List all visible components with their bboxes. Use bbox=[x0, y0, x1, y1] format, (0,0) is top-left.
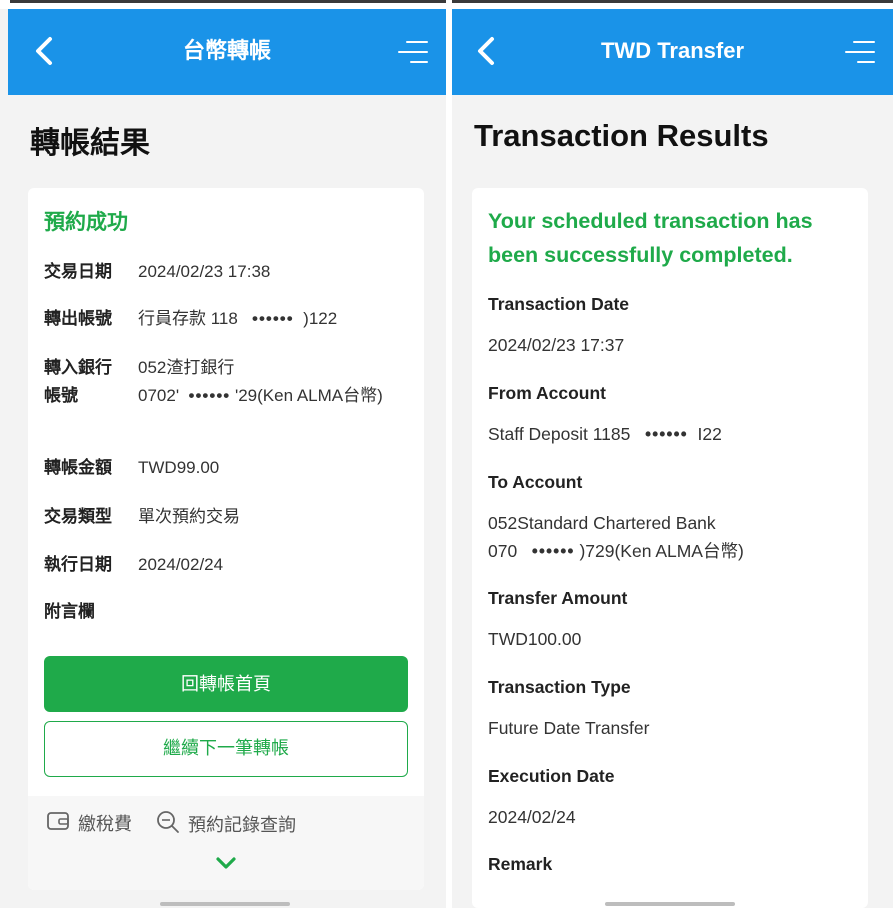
value: 行員存款 118 •••••• )122 bbox=[138, 305, 418, 333]
value: 單次預約交易 bbox=[138, 507, 240, 526]
home-indicator bbox=[160, 902, 290, 906]
value: 2024/02/23 17:38 bbox=[138, 262, 271, 281]
label: 交易日期 bbox=[44, 262, 112, 281]
account-suffix: )729(Ken ALMA台幣) bbox=[579, 541, 744, 561]
transaction-date-label: Transaction Date bbox=[488, 294, 630, 314]
label: 轉帳金額 bbox=[44, 458, 112, 477]
account-suffix: I22 bbox=[697, 424, 722, 444]
status-strip bbox=[0, 0, 446, 9]
menu-icon[interactable] bbox=[398, 37, 428, 67]
value: 2024/02/24 bbox=[138, 555, 224, 574]
back-icon[interactable] bbox=[470, 31, 504, 71]
search-icon bbox=[156, 810, 180, 842]
status-text: 預約成功 bbox=[44, 211, 128, 234]
tax-payment-link[interactable]: 繳稅費 bbox=[46, 810, 132, 840]
status-text: Your scheduled transaction has been succ… bbox=[488, 209, 813, 267]
header-title: TWD Transfer bbox=[600, 38, 745, 63]
account-prefix: 070 bbox=[488, 541, 518, 561]
transfer-amount-label: Transfer Amount bbox=[488, 588, 628, 608]
schedule-query-link[interactable]: 預約記錄查詢 bbox=[156, 810, 296, 842]
masked-digits: •••••• bbox=[252, 309, 294, 328]
result-card: 預約成功 交易日期 2024/02/23 17:38 轉出帳號 行員存款 118… bbox=[28, 188, 424, 890]
transaction-date-value: 2024/02/23 17:37 bbox=[488, 335, 625, 355]
transaction-type-label: Transaction Type bbox=[488, 677, 631, 697]
label: 轉出帳號 bbox=[44, 309, 112, 328]
account-suffix: )122 bbox=[303, 309, 338, 328]
bank-name: 052Standard Chartered Bank bbox=[488, 513, 716, 533]
label-line-1: 轉入銀行 bbox=[44, 358, 112, 377]
page-title: Transaction Results bbox=[474, 118, 769, 153]
remark-label: Remark bbox=[488, 854, 553, 874]
app-header: TWD Transfer bbox=[452, 9, 893, 95]
bank-name: 052渣打銀行 bbox=[138, 358, 235, 377]
wallet-icon bbox=[46, 810, 70, 840]
app-header: 台幣轉帳 bbox=[8, 9, 446, 95]
label: 轉入銀行 帳號 bbox=[44, 354, 134, 410]
transfer-amount-value: TWD100.00 bbox=[488, 629, 582, 649]
status-strip bbox=[452, 0, 893, 9]
account-prefix: 行員存款 118 bbox=[138, 309, 238, 328]
schedule-query-label: 預約記錄查詢 bbox=[188, 814, 296, 835]
header-title: 台幣轉帳 bbox=[182, 38, 271, 63]
value: TWD99.00 bbox=[138, 458, 220, 477]
label: 附言欄 bbox=[44, 602, 95, 621]
value: 052渣打銀行 0702' •••••• '29(Ken ALMA台幣) bbox=[138, 354, 418, 410]
result-card: Your scheduled transaction has been succ… bbox=[472, 188, 868, 908]
next-transfer-button[interactable]: 繼續下一筆轉帳 bbox=[44, 721, 408, 777]
masked-digits: •••••• bbox=[188, 386, 231, 405]
masked-digits: •••••• bbox=[644, 424, 688, 444]
back-to-transfer-home-button[interactable]: 回轉帳首頁 bbox=[44, 656, 408, 712]
page-title: 轉帳結果 bbox=[30, 127, 150, 160]
masked-digits: •••••• bbox=[531, 541, 575, 561]
home-indicator bbox=[605, 902, 735, 906]
label: 交易類型 bbox=[44, 507, 112, 526]
execution-date-value: 2024/02/24 bbox=[488, 807, 576, 827]
status-line bbox=[452, 0, 893, 3]
account-suffix: '29(Ken ALMA台幣) bbox=[234, 386, 383, 405]
to-account-value: 052Standard Chartered Bank 070 •••••• )7… bbox=[488, 509, 858, 565]
label: 執行日期 bbox=[44, 555, 112, 574]
transaction-type-value: Future Date Transfer bbox=[488, 718, 650, 738]
right-screen: TWD Transfer Transaction Results Your sc… bbox=[452, 0, 893, 908]
menu-icon[interactable] bbox=[845, 37, 875, 67]
tax-payment-label: 繳稅費 bbox=[78, 814, 132, 834]
execution-date-label: Execution Date bbox=[488, 766, 615, 786]
from-account-label: From Account bbox=[488, 383, 606, 403]
back-icon[interactable] bbox=[28, 31, 62, 71]
account-prefix: Staff Deposit 1185 bbox=[488, 424, 631, 444]
label-line-2: 帳號 bbox=[44, 386, 78, 405]
to-account-label: To Account bbox=[488, 472, 583, 492]
account-prefix: 0702' bbox=[138, 386, 180, 405]
chevron-down-icon[interactable] bbox=[213, 854, 239, 874]
left-screen: 台幣轉帳 轉帳結果 預約成功 交易日期 2024/02/23 17:38 轉出帳… bbox=[0, 0, 446, 908]
from-account-value: Staff Deposit 1185 •••••• I22 bbox=[488, 420, 858, 448]
quick-links: 繳稅費 預約記錄查詢 bbox=[28, 796, 424, 890]
status-line bbox=[10, 0, 446, 3]
